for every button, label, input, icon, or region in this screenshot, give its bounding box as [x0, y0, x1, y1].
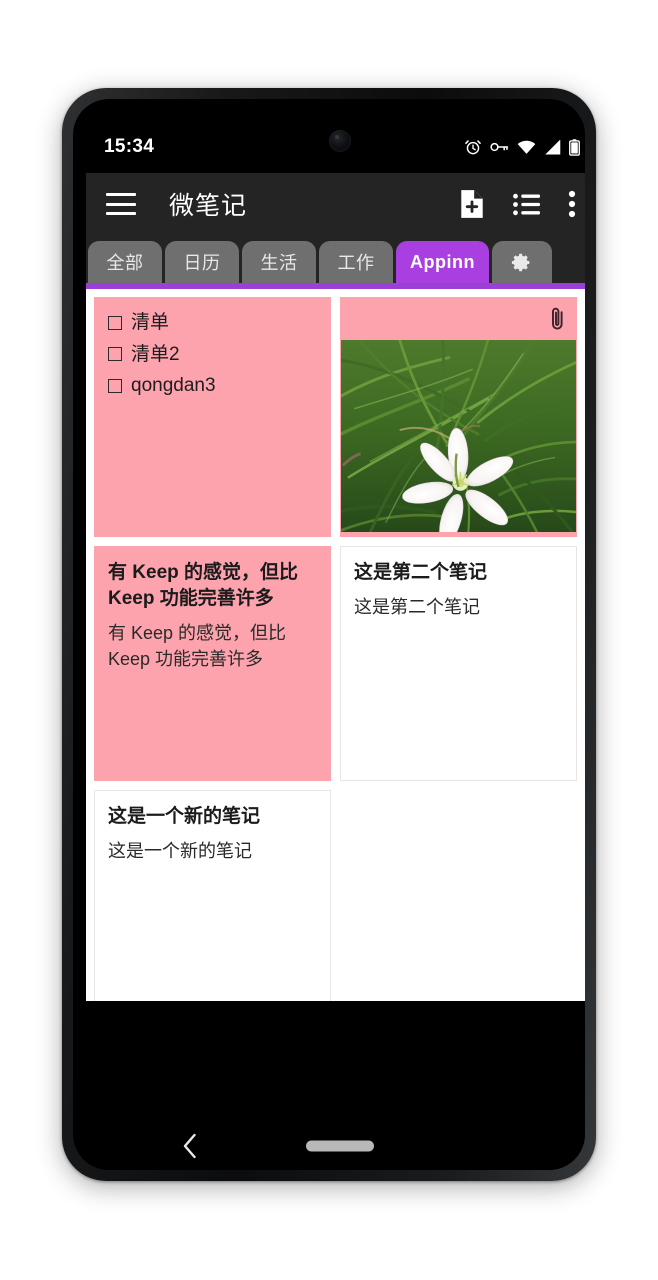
- checklist-item-label: 清单: [131, 312, 170, 333]
- tab-工作[interactable]: 工作: [319, 241, 393, 283]
- tab-settings[interactable]: [491, 241, 552, 283]
- alarm-icon: [465, 140, 481, 155]
- note-title: 这是第二个笔记: [354, 562, 488, 583]
- note-photo: [341, 340, 576, 532]
- tab-日历[interactable]: 日历: [165, 241, 239, 283]
- checklist-item-label: qongdan3: [131, 375, 216, 397]
- front-camera-icon: [329, 130, 351, 152]
- tab-label: 日历: [183, 253, 221, 273]
- note-body: 这是第二个笔记: [354, 597, 480, 618]
- phone-screen: 15:34 微笔记 全部 日历 生活 工作 Appinn 清单 清单2 qong…: [86, 121, 585, 1170]
- back-chevron-icon[interactable]: [182, 1133, 198, 1159]
- overflow-menu-icon[interactable]: [568, 190, 576, 218]
- flower-photo: [341, 340, 576, 532]
- note-body: 有 Keep 的感觉，但比 Keep 功能完善许多: [108, 623, 287, 669]
- tab-label: 全部: [106, 253, 144, 273]
- status-icons: [464, 138, 580, 156]
- status-time: 15:34: [104, 136, 155, 157]
- checklist-item[interactable]: 清单2: [108, 342, 317, 368]
- checklist: 清单清单2 qongdan3: [95, 298, 330, 399]
- tab-label: 生活: [260, 253, 298, 273]
- new-note-icon[interactable]: [459, 189, 485, 219]
- tab-Appinn[interactable]: Appinn: [396, 241, 489, 283]
- app-bar-actions: [459, 189, 576, 219]
- note-photo-header: [341, 298, 576, 340]
- notes-grid: 清单 清单2 qongdan3 有 Keep 的感觉，但比 Keep 功能完善许…: [94, 297, 585, 1001]
- checklist-item[interactable]: 清单: [108, 310, 317, 336]
- note-card[interactable]: 有 Keep 的感觉，但比 Keep 功能完善许多有 Keep 的感觉，但比 K…: [94, 546, 331, 781]
- note-title: 有 Keep 的感觉，但比 Keep 功能完善许多: [108, 562, 299, 610]
- phone-bezel: 15:34 微笔记 全部 日历 生活 工作 Appinn 清单 清单2 qong…: [73, 99, 585, 1170]
- app-bar: 微笔记: [86, 173, 585, 235]
- note-card[interactable]: 这是第二个笔记 这是第二个笔记: [340, 546, 577, 781]
- tab-全部[interactable]: 全部: [88, 241, 162, 283]
- system-navigation-bar: [86, 1121, 585, 1170]
- wifi-icon: [517, 140, 536, 154]
- camera-notch: [298, 121, 382, 153]
- vpn-key-icon: [490, 142, 509, 152]
- page-title: 微笔记: [169, 192, 248, 220]
- note-card[interactable]: 清单清单2 qongdan3: [94, 297, 331, 537]
- checkbox-icon[interactable]: [108, 379, 122, 394]
- phone-frame: 15:34 微笔记 全部 日历 生活 工作 Appinn 清单 清单2 qong…: [62, 88, 596, 1181]
- battery-icon: [569, 138, 580, 156]
- tab-bar: 全部 日历 生活 工作 Appinn: [86, 235, 585, 283]
- checkbox-icon[interactable]: [108, 347, 122, 362]
- note-title: 这是一个新的笔记: [108, 806, 261, 827]
- paperclip-icon: [549, 306, 566, 337]
- tab-生活[interactable]: 生活: [242, 241, 316, 283]
- checkbox-icon[interactable]: [108, 315, 122, 330]
- gear-icon: [512, 253, 530, 271]
- tab-active-underline: [86, 283, 585, 289]
- signal-icon: [545, 139, 561, 155]
- tab-label: Appinn: [410, 251, 475, 272]
- tab-label: 工作: [337, 253, 375, 273]
- note-body: 这是一个新的笔记: [108, 841, 252, 862]
- home-pill-icon[interactable]: [306, 1140, 374, 1152]
- note-card[interactable]: [340, 297, 577, 537]
- hamburger-menu-icon[interactable]: [106, 193, 136, 215]
- notes-scroll-area[interactable]: 清单 清单2 qongdan3 有 Keep 的感觉，但比 Keep 功能完善许…: [86, 289, 585, 1001]
- checklist-item-label: 清单2: [131, 343, 180, 365]
- note-card[interactable]: 这是一个新的笔记 这是一个新的笔记: [94, 790, 331, 1001]
- checklist-item[interactable]: qongdan3: [108, 373, 317, 399]
- list-view-icon[interactable]: [513, 193, 540, 216]
